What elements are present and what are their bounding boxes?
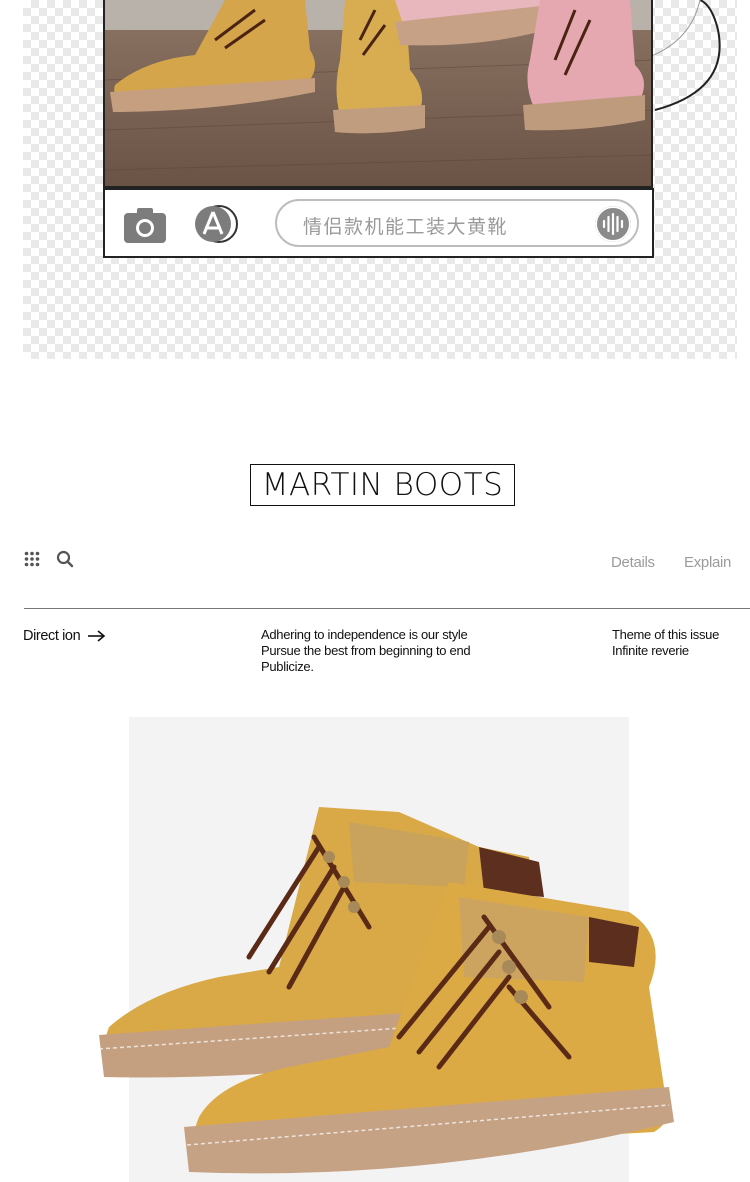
direction-label: Direct ion	[23, 628, 81, 644]
direction-link[interactable]: Direct ion	[23, 628, 106, 644]
theme-line: Theme of this issue	[612, 627, 720, 642]
slogan-line: Publicize.	[261, 659, 314, 674]
theme-text: Theme of this issue Infinite reverie	[612, 627, 719, 659]
search-query-text: 情侣款机能工装大黄靴	[303, 216, 509, 238]
details-link[interactable]: Details	[611, 554, 655, 571]
lifestyle-photo	[103, 0, 653, 188]
slogan-text: Adhering to independence is our style Pu…	[261, 627, 471, 675]
product-image	[98, 717, 674, 1182]
search-toolbar: 情侣款机能工装大黄靴	[103, 188, 654, 258]
slogan-line: Adhering to independence is our style	[261, 627, 468, 642]
app-store-icon[interactable]	[193, 204, 241, 244]
arrow-right-icon	[88, 630, 106, 642]
page-title: MARTIN BOOTS	[250, 464, 515, 506]
page-title-text: MARTIN BOOTS	[261, 467, 504, 503]
boots-illustration	[98, 807, 674, 1174]
search-icon[interactable]	[56, 550, 74, 568]
theme-line: Infinite reverie	[612, 643, 689, 658]
explain-link[interactable]: Explain	[684, 554, 731, 571]
camera-icon[interactable]	[123, 206, 167, 244]
divider	[24, 608, 750, 609]
slogan-line: Pursue the best from beginning to end	[261, 643, 471, 658]
voice-icon[interactable]	[595, 206, 631, 242]
grid-menu-icon[interactable]	[24, 551, 40, 567]
search-input[interactable]: 情侣款机能工装大黄靴	[275, 199, 639, 247]
